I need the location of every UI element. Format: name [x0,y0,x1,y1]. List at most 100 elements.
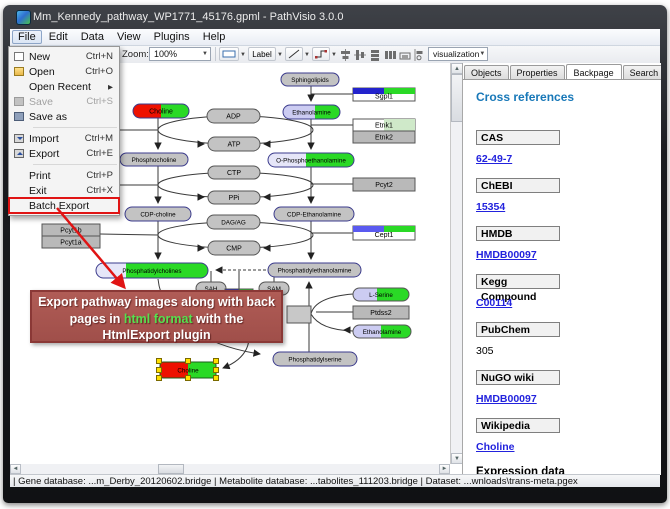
chevron-down-icon[interactable]: ▼ [202,51,208,57]
crossref-link[interactable]: HMDB00097 [476,249,661,261]
menu-shortcut: Ctrl+E [86,148,119,159]
svg-text:Ptdss2: Ptdss2 [370,310,392,317]
visualization-combobox[interactable]: visualization ▼ [428,47,488,61]
crossref-db-name: Wikipedia [476,418,560,433]
line-tool-button[interactable] [285,47,303,61]
connector-dropdown-icon[interactable]: ▼ [331,52,337,58]
annotation-callout: Export pathway images along with back pa… [30,290,283,343]
crossref-section-pubchem: PubChem 305 [476,322,661,357]
node-ppi[interactable]: PPi [208,191,260,204]
node-sphingolipids[interactable]: Sphingolipids [281,73,339,86]
node-choline-bottom-selected[interactable]: Choline [157,359,219,381]
node-ctp[interactable]: CTP [208,166,260,179]
crossref-db-name: Kegg Compound [476,274,560,289]
side-panel-tabs: Objects Properties Backpage Search Legen… [464,63,661,79]
submenu-arrow-icon: ▶ [108,83,119,91]
crossref-link[interactable]: 15354 [476,201,661,213]
canvas-hscrollbar: ◄ ► [10,463,450,474]
new-datanode-button[interactable] [219,47,239,61]
gene-pcyt2[interactable]: Pcyt2 [353,178,415,191]
tab-search[interactable]: Search [623,65,661,79]
menu-separator [33,127,117,128]
common-size-icon [399,49,411,61]
tab-objects[interactable]: Objects [464,65,509,79]
stack-vertical-icon [369,49,381,61]
crossrefs-heading: Cross references [476,90,661,104]
node-cmp[interactable]: CMP [208,241,260,255]
menu-item-new[interactable]: New Ctrl+N [9,49,119,64]
scroll-right-button[interactable]: ► [439,464,450,474]
crossref-link[interactable]: C00114 [476,297,661,309]
menu-item-print[interactable]: Print Ctrl+P [9,168,119,183]
pathvisio-logo-icon [16,10,31,25]
menu-item-exit[interactable]: Exit Ctrl+X [9,183,119,198]
node-cdp-ethanolamine[interactable]: CDP-Ethanolamine [274,207,354,221]
gene-box-partial[interactable] [287,306,311,323]
gene-pcyt1a[interactable]: Pcyt1a [42,236,100,248]
node-cdp-choline[interactable]: CDP-choline [125,207,191,221]
file-menu-dropdown: New Ctrl+N Open Ctrl+O Open Recent ▶ Sav… [8,46,120,216]
status-bar: | Gene database: ...m_Derby_20120602.bri… [10,474,660,487]
menu-edit[interactable]: Edit [43,30,74,44]
crossref-link[interactable]: HMDB00097 [476,393,661,405]
svg-text:CDP-Ethanolamine: CDP-Ethanolamine [287,212,341,219]
menu-item-label: Save [29,96,86,108]
menu-item-open[interactable]: Open Ctrl+O [9,64,119,79]
gene-etnk1[interactable]: Etnk1 [353,119,415,131]
gene-cept1[interactable]: Cept1 [353,226,415,240]
menu-item-batch-export[interactable]: Batch Export [9,198,119,213]
tab-backpage[interactable]: Backpage [566,64,622,80]
node-o-phosphoethanolamine[interactable]: O-Phosphoethanolamine [268,153,354,167]
menu-item-save-as[interactable]: Save as [9,109,119,124]
menu-file[interactable]: File [12,30,42,44]
svg-text:Ethanolamine: Ethanolamine [363,329,402,336]
menu-data[interactable]: Data [75,30,110,44]
align-center-icon [340,49,351,61]
node-ethanolamine-bottom[interactable]: Ethanolamine [353,325,411,338]
node-ethanolamine-top[interactable]: Ethanolamine [283,105,340,119]
crossref-section-cas: CAS 62-49-7 [476,130,661,165]
node-dag[interactable]: DAG/AG [207,215,260,229]
scroll-left-button[interactable]: ◄ [10,464,21,474]
label-button[interactable]: Label [248,47,276,61]
menu-shortcut: Ctrl+S [86,96,119,107]
menu-view[interactable]: View [111,30,147,44]
crossref-db-name: PubChem [476,322,560,337]
gene-sgpl1[interactable]: Sgpl1 [353,88,415,101]
svg-text:Phosphatidylethanolamine: Phosphatidylethanolamine [278,268,352,275]
menu-item-save[interactable]: Save Ctrl+S [9,94,119,109]
hscroll-thumb[interactable] [158,464,184,474]
menu-help[interactable]: Help [197,30,232,44]
node-l-serine[interactable]: L-Serine [353,288,409,301]
connector-tool-button[interactable] [312,47,330,61]
gene-etnk2[interactable]: Etnk2 [353,131,415,143]
node-phosphatidylserine[interactable]: Phosphatidylserine [273,352,357,366]
node-phosphocholine[interactable]: Phosphocholine [120,153,188,166]
chevron-down-icon[interactable]: ▼ [479,51,485,57]
node-phosphatidylcholines[interactable]: Phosphatidylcholines [96,263,208,278]
menu-item-open-recent[interactable]: Open Recent ▶ [9,79,119,94]
gene-ptdss2[interactable]: Ptdss2 [353,306,409,319]
gene-pcyt1b[interactable]: Pcyt1b [42,224,100,236]
menu-plugins[interactable]: Plugins [148,30,196,44]
node-phosphatidylethanolamine[interactable]: Phosphatidylethanolamine [268,263,361,277]
crossref-link[interactable]: Choline [476,441,661,453]
svg-text:CTP: CTP [227,170,241,177]
crossref-link[interactable]: 62-49-7 [476,153,661,165]
node-atp[interactable]: ATP [208,137,260,151]
align-middle-icon [354,49,366,61]
window-title: Mm_Kennedy_pathway_WP1771_45176.gpml - P… [33,11,343,23]
line-dropdown-icon[interactable]: ▼ [304,52,310,58]
datanode-dropdown-icon[interactable]: ▼ [240,52,246,58]
client-area: File Edit Data View Plugins Help Zoom: 1… [10,29,660,487]
label-dropdown-icon[interactable]: ▼ [277,52,283,58]
node-choline-top[interactable]: Choline [133,104,189,118]
node-adp[interactable]: ADP [207,109,260,123]
menu-item-export[interactable]: Export Ctrl+E [9,146,119,161]
svg-text:PPi: PPi [229,195,240,202]
zoom-combobox[interactable]: 100% ▼ [149,47,211,61]
svg-text:Choline: Choline [149,109,173,116]
crossref-section-nugo: NuGO wiki HMDB00097 [476,370,661,405]
menu-item-import[interactable]: Import Ctrl+M [9,131,119,146]
tab-properties[interactable]: Properties [510,65,565,79]
